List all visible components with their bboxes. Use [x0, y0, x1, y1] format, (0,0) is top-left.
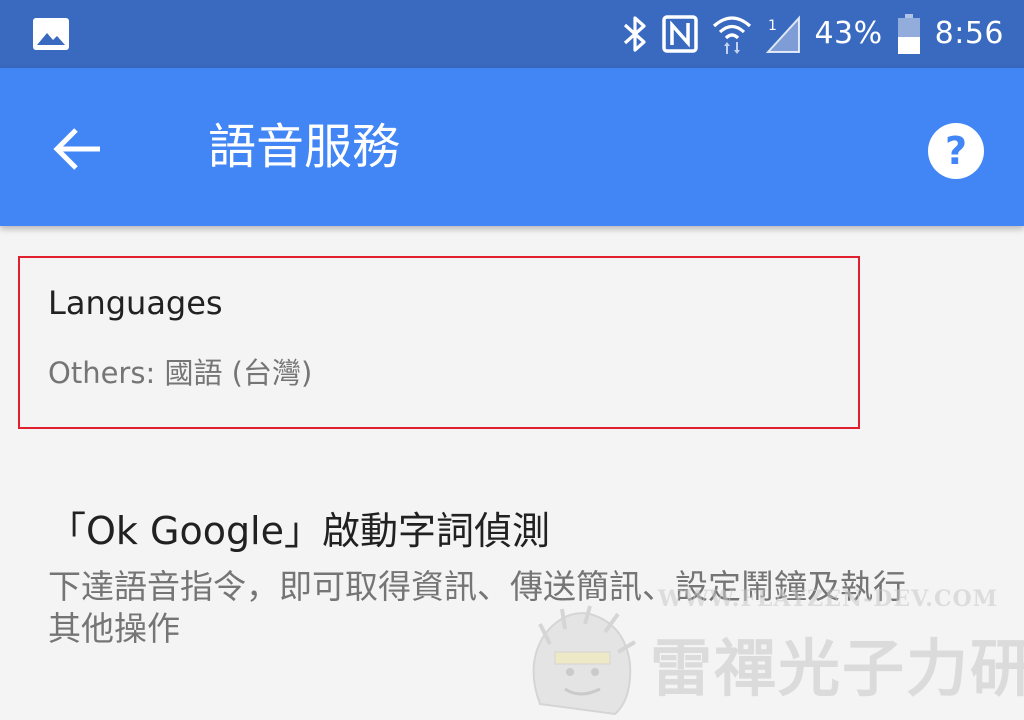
screen: 1 43% 8:56 語音服務 ? Languages Others: 國語 (… [0, 0, 1024, 720]
watermark-brand: 雷禪光子力研究所 [650, 632, 1024, 705]
mascot-logo [532, 605, 637, 716]
arrow-back-icon [53, 128, 100, 170]
watermark: WWW.FLAYZEN-DEV.COM 雷禪光子力研究所 [520, 584, 1024, 720]
photo-icon [33, 18, 69, 50]
languages-setting[interactable]: Languages Others: 國語 (台灣) [18, 256, 860, 429]
status-bar: 1 43% 8:56 [0, 0, 1024, 68]
svg-text:1: 1 [768, 18, 777, 34]
bluetooth-icon [624, 16, 647, 52]
languages-title: Languages [48, 284, 223, 322]
help-circle-icon: ? [928, 123, 984, 179]
help-button[interactable]: ? [926, 121, 986, 181]
signal-icon: 1 [766, 15, 801, 53]
wifi-icon [713, 16, 752, 54]
app-bar: 語音服務 ? [0, 68, 1024, 226]
status-icons: 1 43% 8:56 [622, 10, 1004, 58]
battery-icon [897, 14, 920, 54]
page-title: 語音服務 [208, 119, 401, 175]
watermark-url: WWW.FLAYZEN-DEV.COM [658, 586, 998, 612]
svg-text:?: ? [945, 129, 967, 173]
languages-summary: Others: 國語 (台灣) [48, 356, 313, 390]
clock: 8:56 [934, 16, 1004, 51]
back-button[interactable] [46, 118, 108, 180]
nfc-icon [662, 15, 699, 53]
battery-percent: 43% [814, 16, 883, 51]
ok-google-title: 「Ok Google」啟動字詞偵測 [48, 509, 550, 553]
